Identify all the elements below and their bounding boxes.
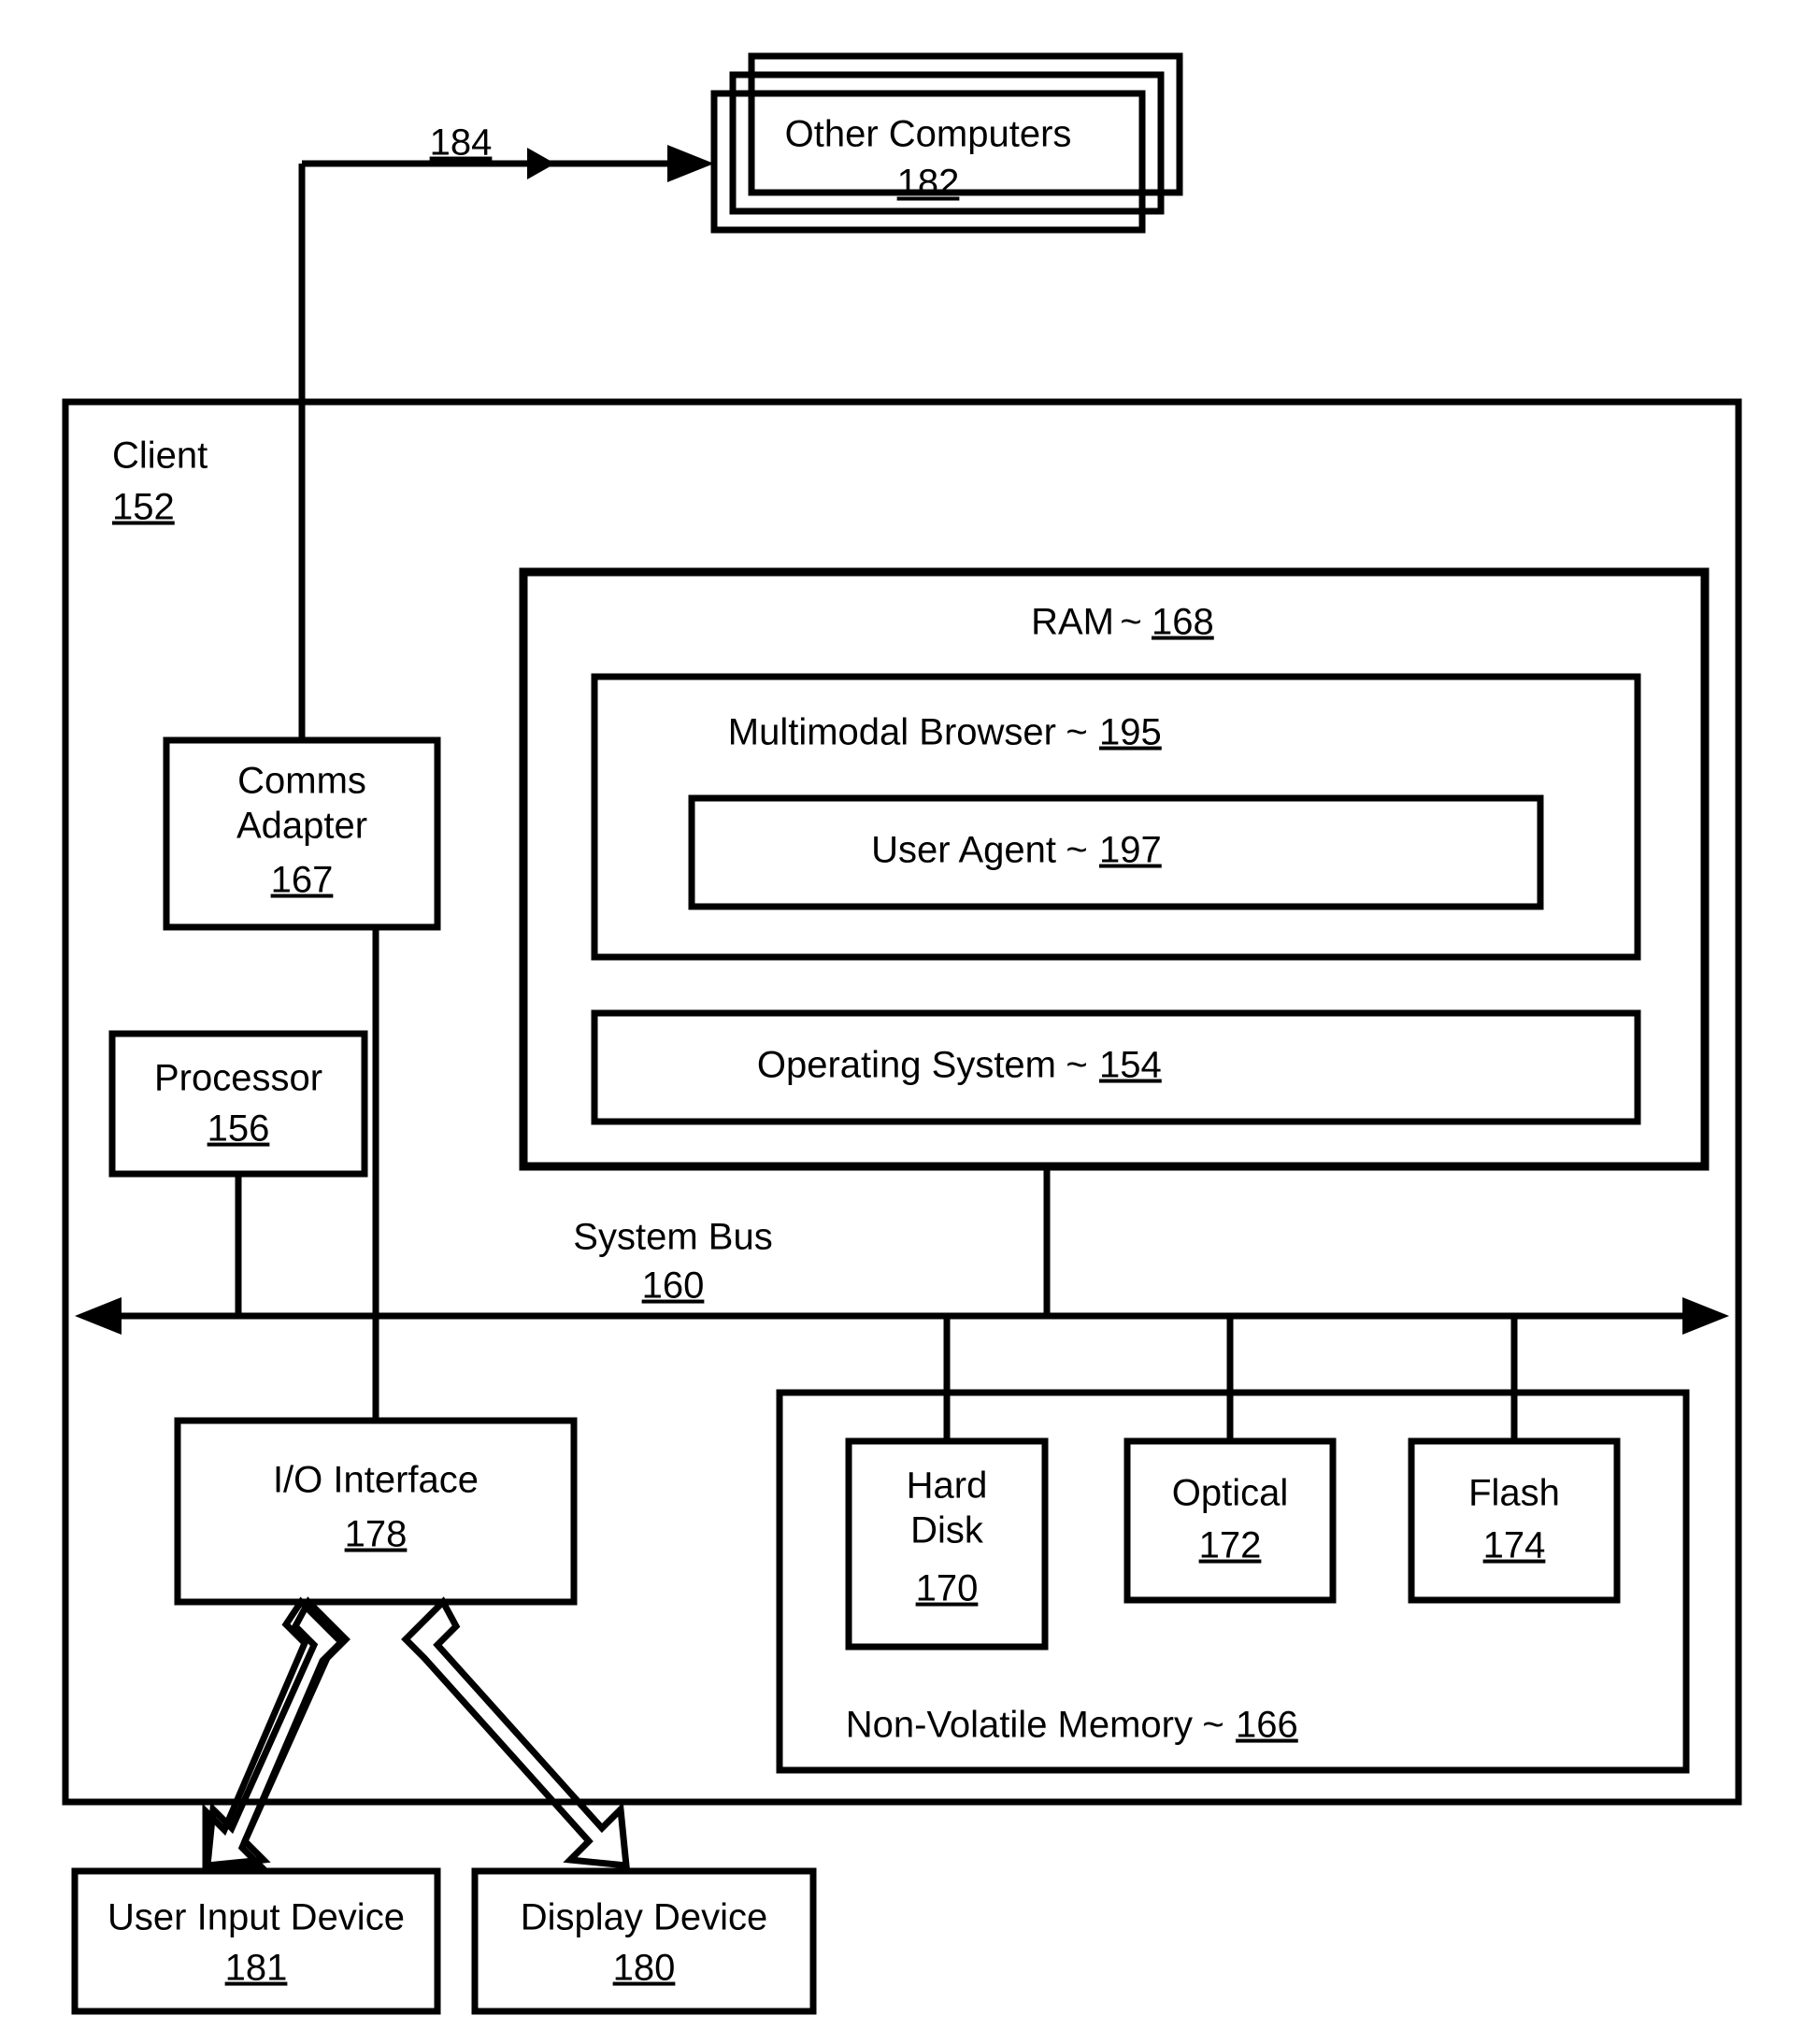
other-computers-ref: 182 bbox=[897, 163, 960, 204]
comms-adapter-label-1: Comms bbox=[237, 761, 366, 802]
user-input-device-ref: 181 bbox=[225, 1948, 288, 1989]
system-bus-label: System Bus bbox=[573, 1217, 772, 1258]
io-interface-ref: 178 bbox=[345, 1514, 408, 1555]
client-box bbox=[65, 402, 1739, 1802]
double-arrow-right bbox=[406, 1602, 626, 1865]
optical-label: Optical bbox=[1172, 1473, 1289, 1514]
user-agent-ref: 197 bbox=[1099, 830, 1162, 871]
client-ref: 152 bbox=[112, 487, 175, 528]
comms-adapter-ref: 167 bbox=[271, 860, 334, 901]
other-computers-label: Other Computers bbox=[785, 114, 1072, 155]
hard-disk-label-1: Hard bbox=[907, 1465, 988, 1507]
nvm-ref: 166 bbox=[1236, 1705, 1298, 1746]
multimodal-browser-ref: 195 bbox=[1099, 712, 1162, 753]
display-device-box bbox=[475, 1871, 813, 2011]
client-label: Client bbox=[112, 436, 207, 477]
diagram-canvas: Other Computers 182 Client 152 Comms Ada… bbox=[0, 0, 1803, 2044]
double-arrow-left bbox=[207, 1602, 346, 1865]
ram-tilde: ~ bbox=[1120, 602, 1141, 643]
processor-ref: 156 bbox=[207, 1108, 270, 1150]
flash-label: Flash bbox=[1468, 1473, 1560, 1514]
system-bus-ref: 160 bbox=[642, 1265, 705, 1307]
multimodal-browser-tilde: ~ bbox=[1066, 712, 1087, 753]
ram-ref: 168 bbox=[1152, 602, 1214, 643]
io-interface-label: I/O Interface bbox=[273, 1460, 479, 1501]
multimodal-browser-label: Multimodal Browser bbox=[728, 712, 1056, 753]
user-input-device-label: User Input Device bbox=[107, 1897, 405, 1938]
nvm-tilde: ~ bbox=[1202, 1705, 1223, 1746]
optical-box bbox=[1127, 1441, 1333, 1600]
operating-system-ref: 154 bbox=[1099, 1045, 1162, 1086]
processor-box bbox=[112, 1034, 365, 1174]
flash-box bbox=[1411, 1441, 1617, 1600]
connector-184: 184 bbox=[274, 122, 714, 182]
display-device-label: Display Device bbox=[521, 1897, 768, 1938]
ram-label: RAM bbox=[1031, 602, 1114, 643]
user-input-device-box bbox=[75, 1871, 437, 2011]
nvm-label: Non-Volatile Memory bbox=[846, 1705, 1193, 1746]
comms-adapter-label-2: Adapter bbox=[236, 806, 367, 847]
other-computers-box: Other Computers 182 bbox=[714, 56, 1180, 230]
link-184-ref: 184 bbox=[430, 122, 493, 164]
display-device-ref: 180 bbox=[613, 1948, 676, 1989]
io-interface-box bbox=[178, 1421, 574, 1602]
flash-ref: 174 bbox=[1483, 1525, 1546, 1566]
hard-disk-label-2: Disk bbox=[910, 1510, 984, 1551]
processor-label: Processor bbox=[154, 1058, 322, 1099]
user-agent-tilde: ~ bbox=[1066, 830, 1087, 871]
operating-system-label: Operating System bbox=[757, 1045, 1056, 1086]
operating-system-tilde: ~ bbox=[1066, 1045, 1087, 1086]
user-agent-label: User Agent bbox=[871, 830, 1056, 871]
hard-disk-ref: 170 bbox=[916, 1568, 979, 1609]
optical-ref: 172 bbox=[1199, 1525, 1262, 1566]
system-bus-line bbox=[75, 1297, 1729, 1335]
